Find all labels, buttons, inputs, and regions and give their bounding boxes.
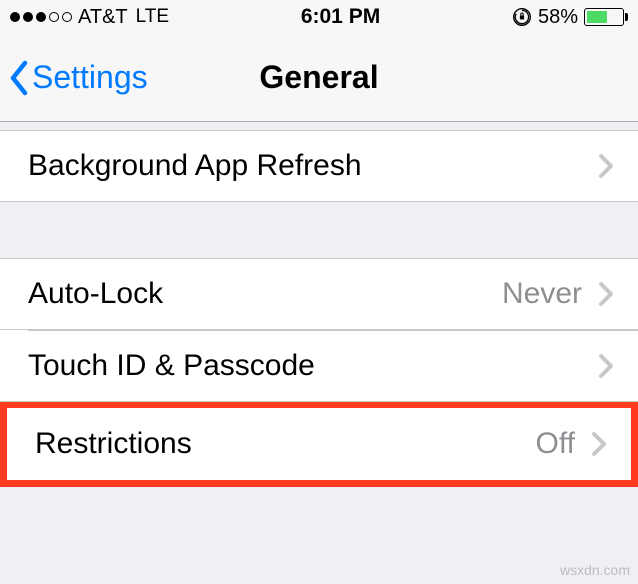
nav-bar: Settings General [0,34,638,122]
row-label: Background App Refresh [28,149,598,183]
chevron-right-icon [598,353,614,379]
back-button[interactable]: Settings [8,59,148,96]
watermark: wsxdn.com [560,562,630,578]
signal-strength-icon [10,12,72,22]
back-label: Settings [32,59,148,96]
page-title: General [259,59,378,96]
battery-percent-label: 58% [538,6,578,29]
group-general-2: Auto-Lock Never Touch ID & Passcode Rest… [0,258,638,487]
highlight-restrictions: Restrictions Off [0,401,638,487]
row-auto-lock[interactable]: Auto-Lock Never [0,258,638,330]
chevron-right-icon [598,281,614,307]
network-type-label: LTE [136,6,169,28]
carrier-label: AT&T [78,6,128,29]
orientation-lock-icon [512,7,532,27]
clock-label: 6:01 PM [301,5,380,29]
row-label: Touch ID & Passcode [28,349,598,383]
row-value: Never [502,277,582,311]
group-general-1: Background App Refresh [0,130,638,202]
row-value: Off [536,427,575,461]
status-left: AT&T LTE [10,6,169,29]
status-bar: AT&T LTE 6:01 PM 58% [0,0,638,34]
row-label: Auto-Lock [28,277,502,311]
chevron-right-icon [591,431,607,457]
chevron-left-icon [8,60,30,96]
row-background-app-refresh[interactable]: Background App Refresh [0,130,638,202]
chevron-right-icon [598,153,614,179]
row-label: Restrictions [35,427,536,461]
status-right: 58% [512,6,628,29]
row-restrictions[interactable]: Restrictions Off [7,408,631,480]
row-touch-id-passcode[interactable]: Touch ID & Passcode [0,330,638,402]
battery-icon [584,8,628,26]
